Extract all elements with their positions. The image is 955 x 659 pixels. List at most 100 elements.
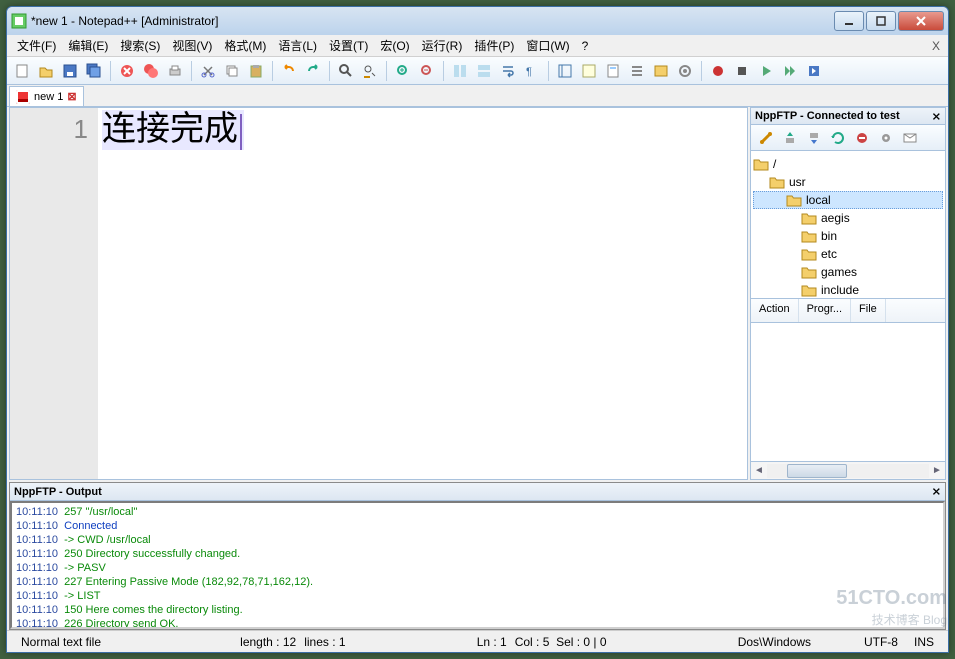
menu-view[interactable]: 视图(V) [166,35,218,56]
status-enc: UTF-8 [856,635,906,649]
stop-macro-icon[interactable] [731,60,753,82]
tree-node-games[interactable]: games [753,263,943,281]
window-title: *new 1 - Notepad++ [Administrator] [31,14,834,28]
col-action[interactable]: Action [751,299,799,322]
play-multi-icon[interactable] [779,60,801,82]
play-macro-icon[interactable] [755,60,777,82]
menu-macro[interactable]: 宏(O) [374,35,415,56]
open-file-icon[interactable] [35,60,57,82]
save-icon[interactable] [59,60,81,82]
menu-help[interactable]: ? [576,37,595,55]
remote-tree[interactable]: /usrlocalaegisbinetcgamesincludeliblib64… [750,151,946,299]
log-line: 10:11:10 Connected [16,519,939,533]
udl-icon[interactable] [578,60,600,82]
close-button[interactable] [898,11,944,31]
output-panel: NppFTP - Output ⨯ 10:11:10 257 "/usr/loc… [9,482,946,630]
save-all-icon[interactable] [83,60,105,82]
save-macro-icon[interactable] [803,60,825,82]
wrap-icon[interactable] [497,60,519,82]
tab-bar: new 1 ⊠ [7,85,948,107]
nppftp-titlebar[interactable]: NppFTP - Connected to test ⨯ [750,107,946,125]
disconnect-icon[interactable] [757,129,775,147]
find-icon[interactable] [335,60,357,82]
status-col: Col : 5 [515,635,550,649]
zoom-out-icon[interactable] [416,60,438,82]
copy-icon[interactable] [221,60,243,82]
menu-format[interactable]: 格式(M) [218,35,272,56]
minimize-button[interactable] [834,11,864,31]
settings-icon[interactable] [877,129,895,147]
tree-node-root[interactable]: / [753,155,943,173]
tree-node-include[interactable]: include [753,281,943,299]
maximize-button[interactable] [866,11,896,31]
doc-map-icon[interactable] [602,60,624,82]
close-all-icon[interactable] [140,60,162,82]
tree-node-aegis[interactable]: aegis [753,209,943,227]
menu-language[interactable]: 语言(L) [272,35,323,56]
print-icon[interactable] [164,60,186,82]
monitor-icon[interactable] [674,60,696,82]
scroll-thumb[interactable] [787,464,847,478]
status-ins: INS [906,635,942,649]
tree-node-etc[interactable]: etc [753,245,943,263]
tab-close-icon[interactable]: ⊠ [67,90,76,103]
output-titlebar[interactable]: NppFTP - Output ⨯ [10,483,945,501]
menu-edit[interactable]: 编辑(E) [62,35,114,56]
tab-new1[interactable]: new 1 ⊠ [9,86,84,106]
zoom-in-icon[interactable] [392,60,414,82]
nppftp-close-icon[interactable]: ⨯ [932,110,941,123]
queue-list[interactable] [750,323,946,463]
tree-node-local[interactable]: local [753,191,943,209]
main-toolbar: ¶ [7,57,948,85]
sync-v-icon[interactable] [449,60,471,82]
tree-label: include [821,283,859,297]
record-macro-icon[interactable] [707,60,729,82]
scroll-left-icon[interactable]: ◄ [751,464,767,478]
status-length: length : 12 [232,635,304,649]
menu-search[interactable]: 搜索(S) [114,35,166,56]
cut-icon[interactable] [197,60,219,82]
menu-settings[interactable]: 设置(T) [323,35,374,56]
messages-icon[interactable] [901,129,919,147]
col-file[interactable]: File [851,299,886,322]
unsaved-indicator-icon [16,90,30,104]
nppftp-toolbar [750,125,946,151]
menu-run[interactable]: 运行(R) [416,35,469,56]
menu-file[interactable]: 文件(F) [11,35,62,56]
col-progress[interactable]: Progr... [799,299,851,322]
upload-icon[interactable] [781,129,799,147]
editor-text[interactable]: 连接完成 [102,110,244,150]
title-bar[interactable]: *new 1 - Notepad++ [Administrator] [7,7,948,35]
paste-icon[interactable] [245,60,267,82]
log-line: 10:11:10 150 Here comes the directory li… [16,603,939,617]
menubar-close-icon[interactable]: X [926,37,944,55]
tree-node-bin[interactable]: bin [753,227,943,245]
show-all-chars-icon[interactable]: ¶ [521,60,543,82]
undo-icon[interactable] [278,60,300,82]
output-log[interactable]: 10:11:10 257 "/usr/local"10:11:10 Connec… [10,501,945,629]
editor[interactable]: 1 连接完成 [9,107,748,480]
scroll-right-icon[interactable]: ► [929,464,945,478]
menu-window[interactable]: 窗口(W) [520,35,575,56]
indent-guide-icon[interactable] [554,60,576,82]
abort-icon[interactable] [853,129,871,147]
refresh-icon[interactable] [829,129,847,147]
replace-icon[interactable] [359,60,381,82]
sync-h-icon[interactable] [473,60,495,82]
new-file-icon[interactable] [11,60,33,82]
edit-column[interactable]: 连接完成 [98,108,747,479]
status-filetype: Normal text file [13,635,109,649]
svg-text:¶: ¶ [526,66,532,78]
menu-plugins[interactable]: 插件(P) [468,35,520,56]
horizontal-scrollbar[interactable]: ◄ ► [750,462,946,480]
tree-node-usr[interactable]: usr [753,173,943,191]
scroll-track[interactable] [767,464,929,478]
download-icon[interactable] [805,129,823,147]
output-close-icon[interactable]: ⨯ [932,485,941,498]
close-file-icon[interactable] [116,60,138,82]
func-list-icon[interactable] [626,60,648,82]
redo-icon[interactable] [302,60,324,82]
folder-panel-icon[interactable] [650,60,672,82]
log-line: 10:11:10 227 Entering Passive Mode (182,… [16,575,939,589]
window-buttons [834,11,944,31]
